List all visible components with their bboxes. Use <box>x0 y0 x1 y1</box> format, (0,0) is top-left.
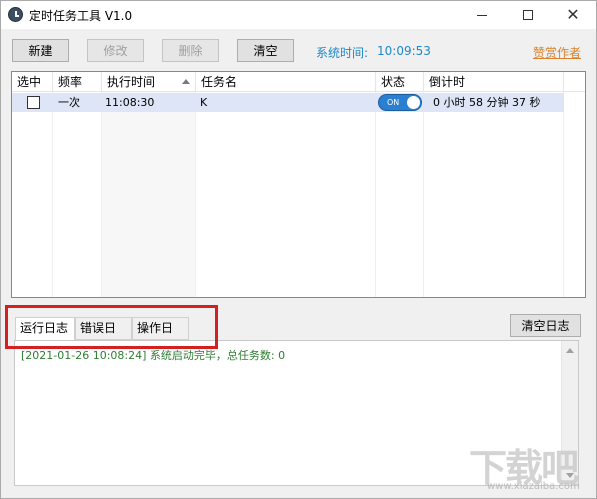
system-time-value: 10:09:53 <box>377 44 431 58</box>
column-divider <box>12 92 53 297</box>
system-time-label: 系统时间: <box>316 46 369 60</box>
column-divider <box>196 92 376 297</box>
close-icon: ✕ <box>566 5 580 24</box>
sponsor-author-link[interactable]: 赞赏作者 <box>533 44 581 61</box>
toggle-on-label: ON <box>387 98 400 107</box>
column-divider <box>53 92 102 297</box>
row-exec-time: 11:08:30 <box>105 96 155 109</box>
log-line: [2021-01-26 10:08:24] 系统启动完毕，总任务数: 0 <box>21 349 286 362</box>
clear-log-button[interactable]: 清空日志 <box>510 314 581 337</box>
tab-highlight-box <box>5 305 218 349</box>
column-divider <box>424 92 564 297</box>
close-button[interactable]: ✕ <box>550 1 596 29</box>
column-divider <box>102 92 196 297</box>
minimize-button[interactable] <box>459 1 505 29</box>
row-task-name: K <box>200 96 208 109</box>
column-header-frequency[interactable]: 频率 <box>53 72 102 92</box>
row-frequency: 一次 <box>58 96 80 109</box>
watermark-url: www.xiazaiba.com <box>487 481 580 492</box>
column-header-exec-time-label: 执行时间 <box>107 75 156 89</box>
row-select-checkbox[interactable] <box>27 96 40 109</box>
column-header-countdown[interactable]: 倒计时 <box>424 72 564 92</box>
clear-tasks-button[interactable]: 清空 <box>237 39 294 62</box>
maximize-button[interactable] <box>505 1 551 29</box>
clock-app-icon <box>8 7 23 22</box>
table-header: 选中 频率 执行时间 任务名 状态 倒计时 <box>12 72 585 92</box>
scroll-up-arrow-icon[interactable] <box>566 348 574 353</box>
app-window: 定时任务工具 V1.0 ✕ 新建 修改 删除 清空 系统时间: 10:09:53… <box>0 0 597 499</box>
column-header-status[interactable]: 状态 <box>376 72 424 92</box>
minimize-icon <box>477 14 487 16</box>
edit-task-button[interactable]: 修改 <box>87 39 144 62</box>
toggle-knob <box>407 96 420 109</box>
task-table[interactable]: 选中 频率 执行时间 任务名 状态 倒计时 一次 11:08:30 K ON 0… <box>11 71 586 298</box>
column-header-select[interactable]: 选中 <box>12 72 53 92</box>
delete-task-button[interactable]: 删除 <box>162 39 219 62</box>
table-row[interactable]: 一次 11:08:30 K ON 0 小时 58 分钟 37 秒 <box>12 93 564 112</box>
column-divider <box>376 92 424 297</box>
title-bar: 定时任务工具 V1.0 ✕ <box>1 1 596 29</box>
maximize-icon <box>523 10 533 20</box>
status-toggle[interactable]: ON <box>378 94 422 111</box>
sort-ascending-icon <box>182 79 190 84</box>
row-countdown: 0 小时 58 分钟 37 秒 <box>433 96 541 109</box>
new-task-button[interactable]: 新建 <box>12 39 69 62</box>
column-header-task-name[interactable]: 任务名 <box>196 72 376 92</box>
window-title: 定时任务工具 V1.0 <box>29 9 133 23</box>
